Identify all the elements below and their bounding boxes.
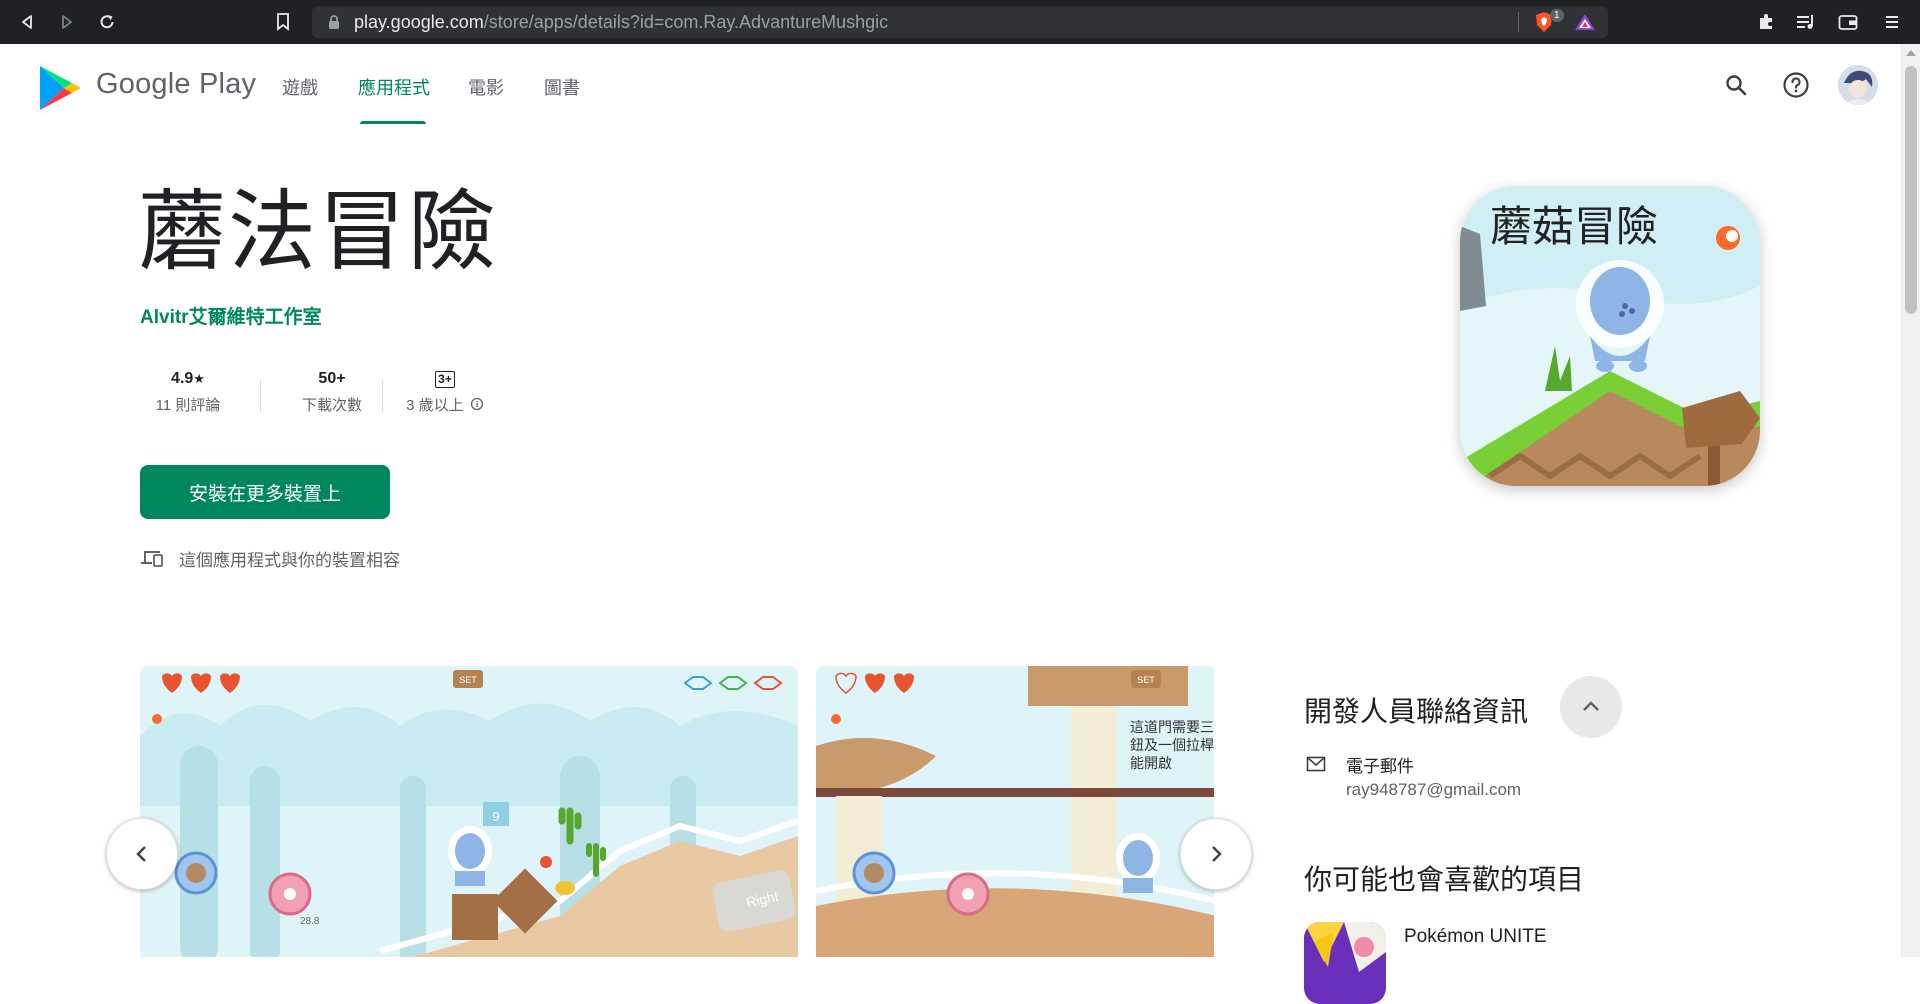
screenshot-1-art: SET 9 28.8 Right [140, 666, 798, 957]
avatar-image [1838, 65, 1878, 105]
lock-icon [329, 15, 339, 29]
google-play-logo[interactable] [38, 64, 82, 112]
set-label: SET [459, 675, 477, 685]
chevron-left-icon [136, 846, 146, 862]
recommended-app-icon[interactable] [1304, 922, 1386, 1004]
playlist-icon [1797, 15, 1813, 29]
reload-button[interactable] [94, 9, 120, 35]
recommended-app-name[interactable]: Pokémon UNITE [1404, 926, 1547, 948]
tab-movies[interactable]: 電影 [468, 74, 504, 100]
content-rating-label: 3 歲以上 [406, 397, 464, 414]
screenshot-2-art: SET 這道門需要三 鈕及一個拉桿 能開啟 [816, 666, 1214, 957]
hint-line-1: 這道門需要三 [1130, 720, 1214, 736]
star-icon: ★ [193, 371, 205, 386]
search-icon [1726, 75, 1747, 96]
speed-readout: 28.8 [300, 916, 320, 927]
tab-books[interactable]: 圖書 [544, 74, 580, 100]
developer-contact-title: 開發人員聯絡資訊 [1304, 695, 1529, 728]
chevron-up-icon [1583, 701, 1599, 711]
downloads-value: 50+ [318, 370, 346, 387]
scroll-up-arrow-icon[interactable] [1906, 50, 1916, 56]
icon-title: 蘑菇冒險 [1490, 202, 1658, 251]
content-rating-stat[interactable]: 3+ 3 歲以上 [402, 368, 488, 415]
bookmark-icon [277, 13, 289, 31]
email-label: 電子郵件 [1346, 757, 1414, 777]
address-bar[interactable]: play.google.com/store/apps/details?id=co… [312, 6, 1608, 38]
app-icon: 蘑菇冒險 [1460, 186, 1760, 486]
puzzle-icon [1760, 14, 1772, 29]
extensions-button[interactable] [1754, 10, 1778, 34]
brave-rewards-icon[interactable] [1574, 13, 1596, 31]
rating-value: 4.9 [171, 370, 194, 387]
info-icon[interactable] [470, 397, 484, 411]
install-button[interactable]: 安裝在更多裝置上 [140, 465, 390, 519]
search-button[interactable] [1720, 69, 1752, 101]
help-icon [1783, 72, 1809, 98]
rating-count: 11 則評論 [155, 397, 221, 414]
back-icon [22, 15, 32, 29]
media-button[interactable] [1794, 10, 1818, 34]
scrollbar-thumb[interactable] [1905, 66, 1917, 314]
browser-toolbar: play.google.com/store/apps/details?id=co… [0, 0, 1920, 44]
active-tab-indicator [360, 121, 426, 124]
app-title: 蘑法冒險 [138, 180, 499, 283]
devices-icon [141, 551, 163, 567]
rating-stat[interactable]: 4.9★ 11 則評論 [140, 368, 236, 415]
collapse-section-button[interactable] [1560, 676, 1622, 738]
wallet-icon [1838, 15, 1858, 30]
back-button[interactable] [14, 9, 40, 35]
tab-games[interactable]: 遊戲 [282, 74, 318, 100]
reload-icon [100, 15, 114, 29]
chevron-right-icon [1212, 846, 1222, 862]
divider [382, 380, 383, 412]
bookmark-button[interactable] [270, 9, 296, 35]
downloads-label: 下載次數 [301, 397, 362, 414]
play-header: Google Play 遊戲 應用程式 電影 圖書 [0, 44, 1902, 125]
developer-link[interactable]: Alvitr艾爾維特工作室 [140, 302, 322, 329]
screenshot-1[interactable]: SET 9 28.8 Right [140, 666, 798, 957]
content-rating-badge: 3+ [435, 371, 455, 388]
forward-button[interactable] [54, 9, 80, 35]
google-play-wordmark[interactable]: Google Play [96, 68, 256, 101]
forward-icon [62, 15, 72, 29]
help-button[interactable] [1780, 69, 1812, 101]
downloads-stat: 50+ 下載次數 [284, 368, 380, 415]
hint-line-3: 能開啟 [1130, 756, 1172, 772]
screenshot-carousel: SET 9 28.8 Right SET 這道門需要三 鈕及一個拉桿 能開啟 [140, 666, 1214, 957]
url-text: play.google.com/store/apps/details?id=co… [354, 12, 889, 32]
page-scrollbar[interactable] [1901, 44, 1920, 957]
email-link[interactable]: ray948787@gmail.com [1346, 780, 1521, 800]
screenshot-2[interactable]: SET 這道門需要三 鈕及一個拉桿 能開啟 [816, 666, 1214, 957]
pokemon-unite-icon [1304, 922, 1386, 1004]
divider [260, 380, 261, 412]
menu-button[interactable] [1880, 10, 1904, 34]
box-number: 9 [492, 809, 499, 824]
account-avatar[interactable] [1838, 65, 1878, 105]
app-icon-art: 蘑菇冒險 [1460, 186, 1760, 486]
recommended-title: 你可能也會喜歡的項目 [1304, 863, 1585, 896]
compatibility-text: 這個應用程式與你的裝置相容 [179, 551, 400, 571]
wallet-button[interactable] [1836, 10, 1860, 34]
shield-count-badge: 1 [1550, 9, 1564, 22]
divider [1518, 12, 1519, 32]
tab-apps[interactable]: 應用程式 [358, 74, 430, 100]
email-icon [1306, 756, 1326, 772]
set-label: SET [1137, 675, 1155, 685]
carousel-prev-button[interactable] [106, 818, 178, 890]
carousel-next-button[interactable] [1180, 818, 1252, 890]
hint-line-2: 鈕及一個拉桿 [1130, 738, 1214, 754]
menu-icon [1886, 16, 1898, 28]
